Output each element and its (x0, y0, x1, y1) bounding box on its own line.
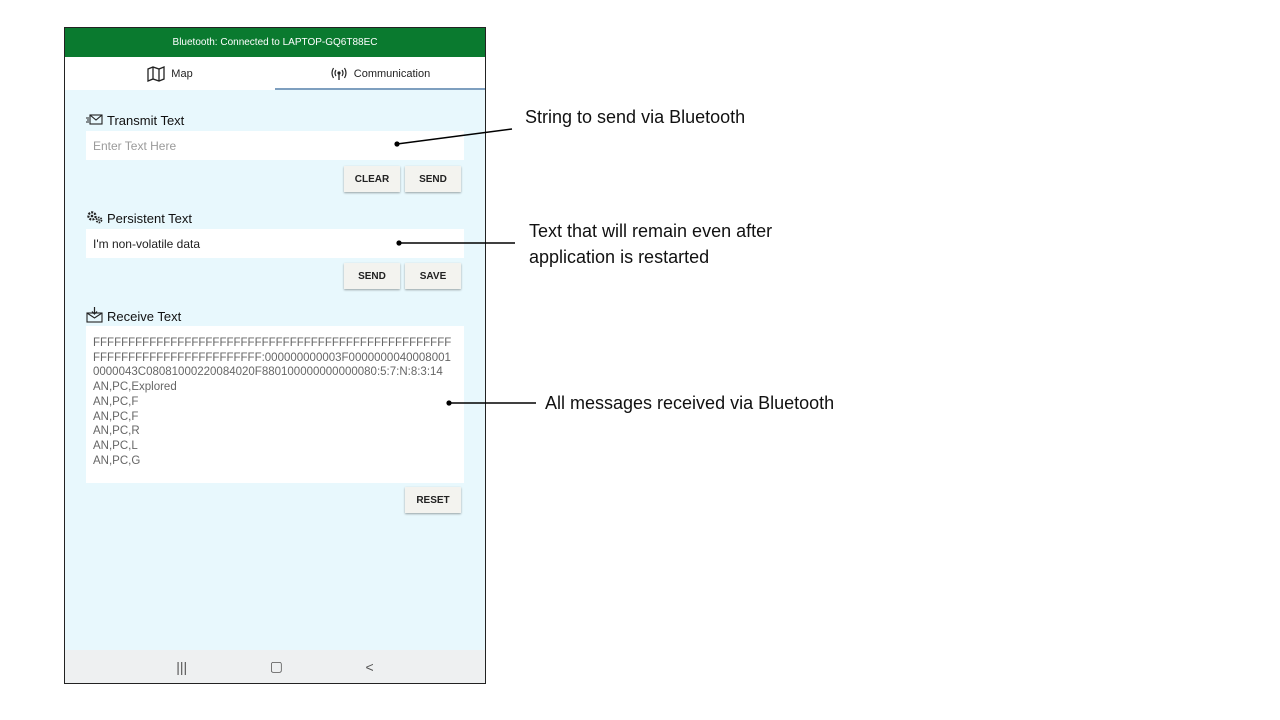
transmit-pointer-dot (394, 141, 400, 147)
receive-pointer-dot (446, 400, 452, 406)
transmit-annotation: String to send via Bluetooth (525, 107, 746, 127)
persistent-pointer-dot (396, 240, 402, 246)
persistent-annotation-line2: application is restarted (529, 247, 710, 267)
receive-annotation: All messages received via Bluetooth (545, 393, 835, 413)
transmit-pointer-line (396, 128, 513, 145)
persistent-annotation-line1: Text that will remain even after (529, 221, 773, 241)
